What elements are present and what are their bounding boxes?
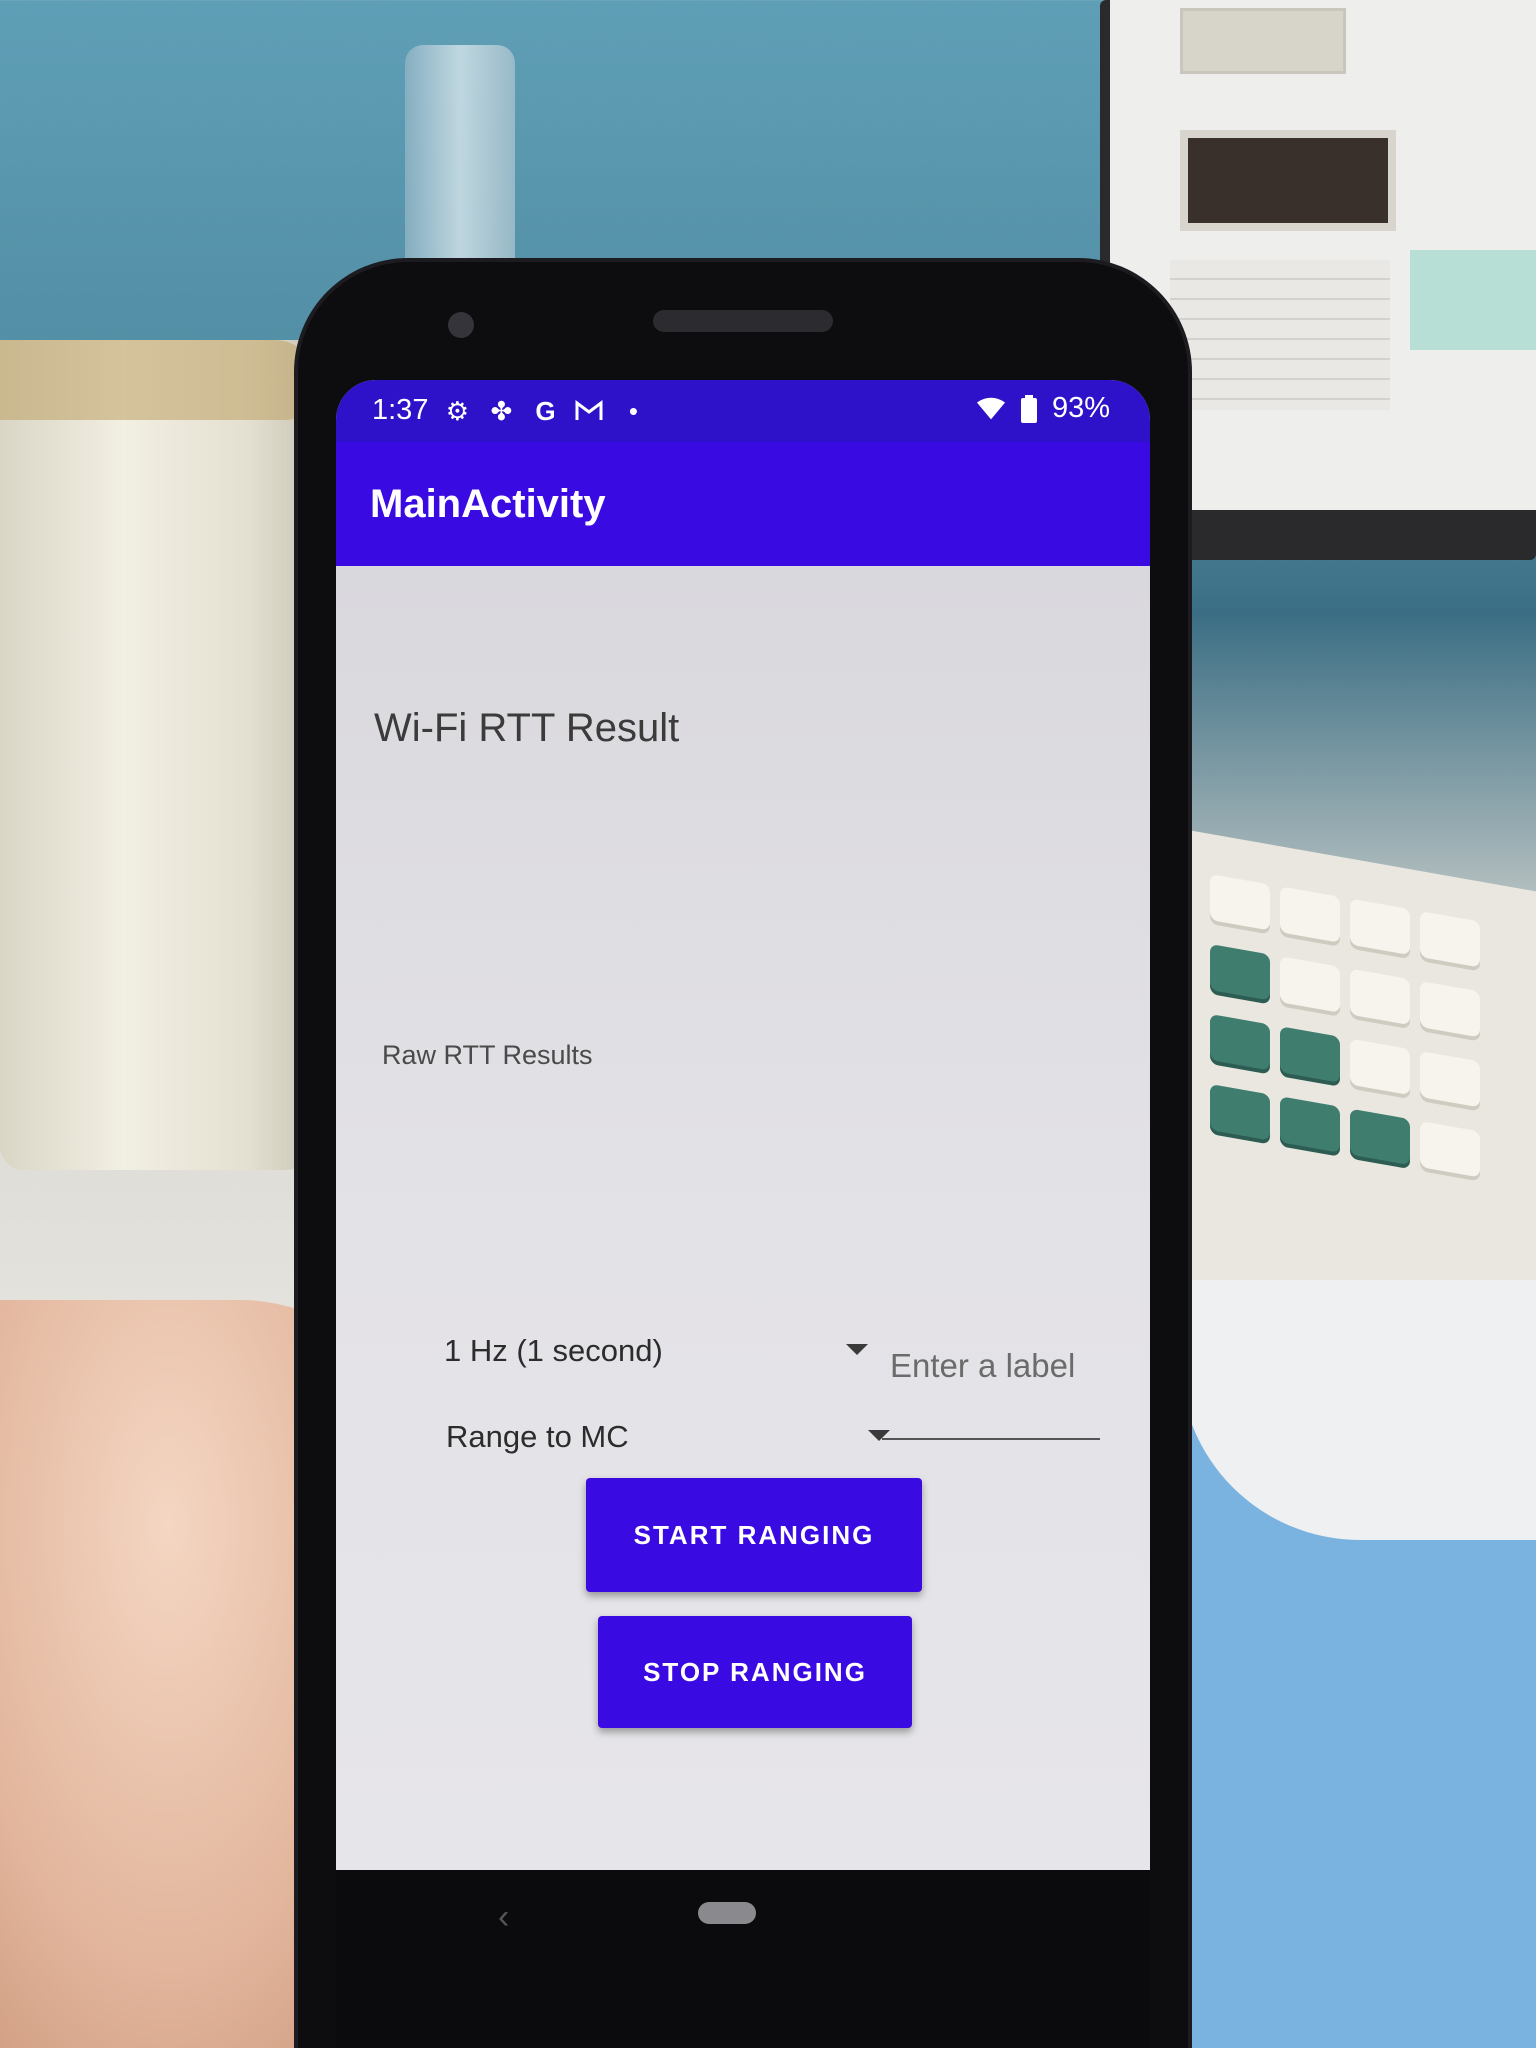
- keyboard-key: [1350, 898, 1410, 956]
- mode-spinner-value: Range to MC: [446, 1419, 629, 1454]
- keyboard-key: [1280, 956, 1340, 1013]
- back-icon[interactable]: ‹: [498, 1898, 509, 1937]
- monitor-thumbnail: [1410, 250, 1536, 350]
- monitor-text-lines: [1170, 260, 1390, 410]
- earpiece-speaker: [653, 310, 833, 332]
- fan-icon: ✤: [490, 395, 513, 426]
- status-time: 1:37: [372, 394, 429, 426]
- keyboard-key: [1420, 910, 1480, 968]
- dropdown-arrow-icon: [846, 1344, 868, 1355]
- keyboard-key: [1350, 1108, 1410, 1166]
- keyboard-key: [1280, 1096, 1340, 1153]
- background-cup: [0, 340, 310, 1170]
- gmail-icon: [574, 396, 604, 426]
- mode-spinner[interactable]: Range to MC: [446, 1412, 890, 1462]
- front-camera: [448, 312, 474, 338]
- app-bar: MainActivity: [336, 442, 1150, 566]
- frequency-spinner[interactable]: 1 Hz (1 second): [444, 1326, 868, 1376]
- stop-ranging-button[interactable]: STOP RANGING: [598, 1616, 912, 1728]
- keyboard-key: [1350, 1038, 1410, 1096]
- monitor-thumbnail: [1180, 8, 1346, 74]
- settings-icon: ⚙: [445, 395, 470, 426]
- phone-device: 1:37 ⚙ ✤ G • 93% MainActivity Wi-Fi RTT …: [298, 262, 1188, 2048]
- wifi-icon: [976, 394, 1006, 424]
- raw-rtt-results-label: Raw RTT Results: [382, 1040, 593, 1070]
- home-pill-button[interactable]: [698, 1902, 756, 1924]
- background-cup-rim: [0, 340, 315, 420]
- background-keyboard: [1180, 828, 1536, 1352]
- phone-screen: 1:37 ⚙ ✤ G • 93% MainActivity Wi-Fi RTT …: [336, 380, 1150, 1870]
- label-input[interactable]: [882, 1346, 1100, 1440]
- keyboard-key: [1210, 1083, 1270, 1141]
- keyboard-key: [1280, 886, 1340, 943]
- rtt-result-heading: Wi-Fi RTT Result: [374, 706, 680, 750]
- keyboard-key: [1420, 980, 1480, 1038]
- dot-icon: •: [628, 395, 638, 426]
- background-bottle: [405, 45, 515, 275]
- keyboard-key: [1420, 1120, 1480, 1178]
- keyboard-key: [1210, 1013, 1270, 1071]
- battery-percentage: 93%: [1051, 392, 1110, 424]
- start-ranging-button[interactable]: START RANGING: [586, 1478, 922, 1592]
- main-content: Wi-Fi RTT Result Raw RTT Results 1 Hz (1…: [336, 566, 1150, 1870]
- navigation-bar: ‹: [336, 1870, 1150, 2048]
- google-icon: G: [535, 395, 556, 426]
- keyboard-key: [1210, 943, 1270, 1001]
- keyboard-key: [1210, 873, 1270, 931]
- keyboard-key: [1420, 1050, 1480, 1108]
- app-title: MainActivity: [370, 482, 606, 526]
- frequency-spinner-value: 1 Hz (1 second): [444, 1333, 663, 1368]
- battery-icon: [1014, 394, 1044, 424]
- monitor-thumbnail: [1180, 130, 1396, 231]
- keyboard-key: [1350, 968, 1410, 1026]
- keyboard-key: [1280, 1026, 1340, 1083]
- status-bar: 1:37 ⚙ ✤ G • 93%: [336, 380, 1150, 442]
